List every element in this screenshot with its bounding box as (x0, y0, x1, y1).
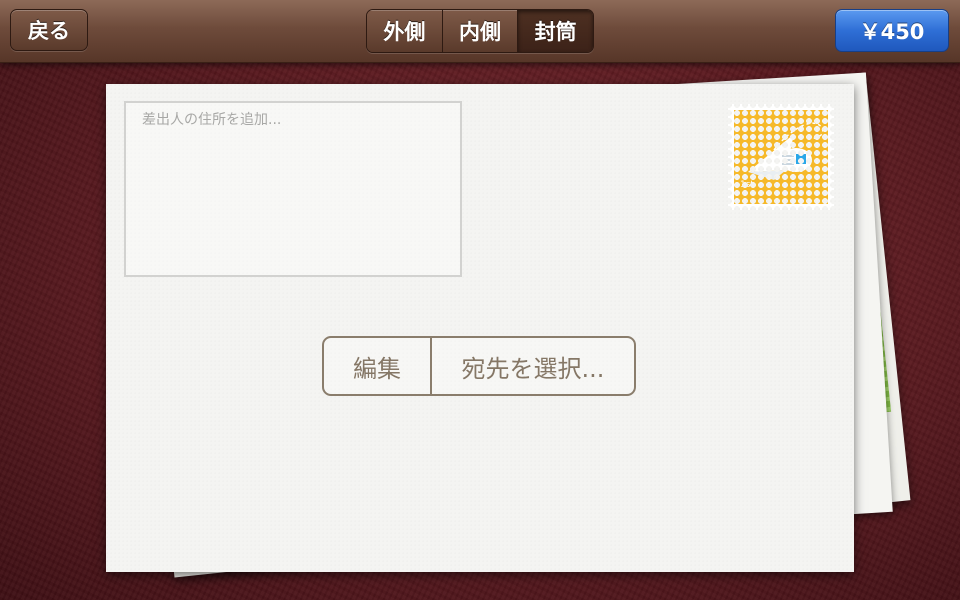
tab-envelope[interactable]: 封筒 (518, 10, 593, 52)
tab-inside[interactable]: 内側 (442, 10, 519, 52)
back-button[interactable]: 戻る (10, 9, 88, 51)
view-segmented-control: 外側 内側 封筒 (366, 9, 594, 53)
edit-recipient-button[interactable]: 編集 (324, 338, 432, 394)
price-buy-button[interactable]: ￥450 (835, 9, 949, 52)
stamp[interactable]: 1st (728, 104, 834, 210)
recipient-control: 編集 宛先を選択... (322, 336, 636, 396)
choose-recipient-button[interactable]: 宛先を選択... (432, 338, 634, 394)
tab-outside[interactable]: 外側 (367, 10, 443, 52)
top-toolbar: 戻る 外側 内側 封筒 ￥450 (0, 0, 960, 63)
return-address-field[interactable]: 差出人の住所を追加... (124, 101, 462, 277)
stamp-class-label: 1st (740, 180, 754, 190)
return-address-placeholder: 差出人の住所を追加... (142, 112, 282, 128)
envelope: 差出人の住所を追加... 1st 編集 宛先を選択... (106, 84, 854, 572)
stamp-art: 1st (734, 110, 828, 204)
